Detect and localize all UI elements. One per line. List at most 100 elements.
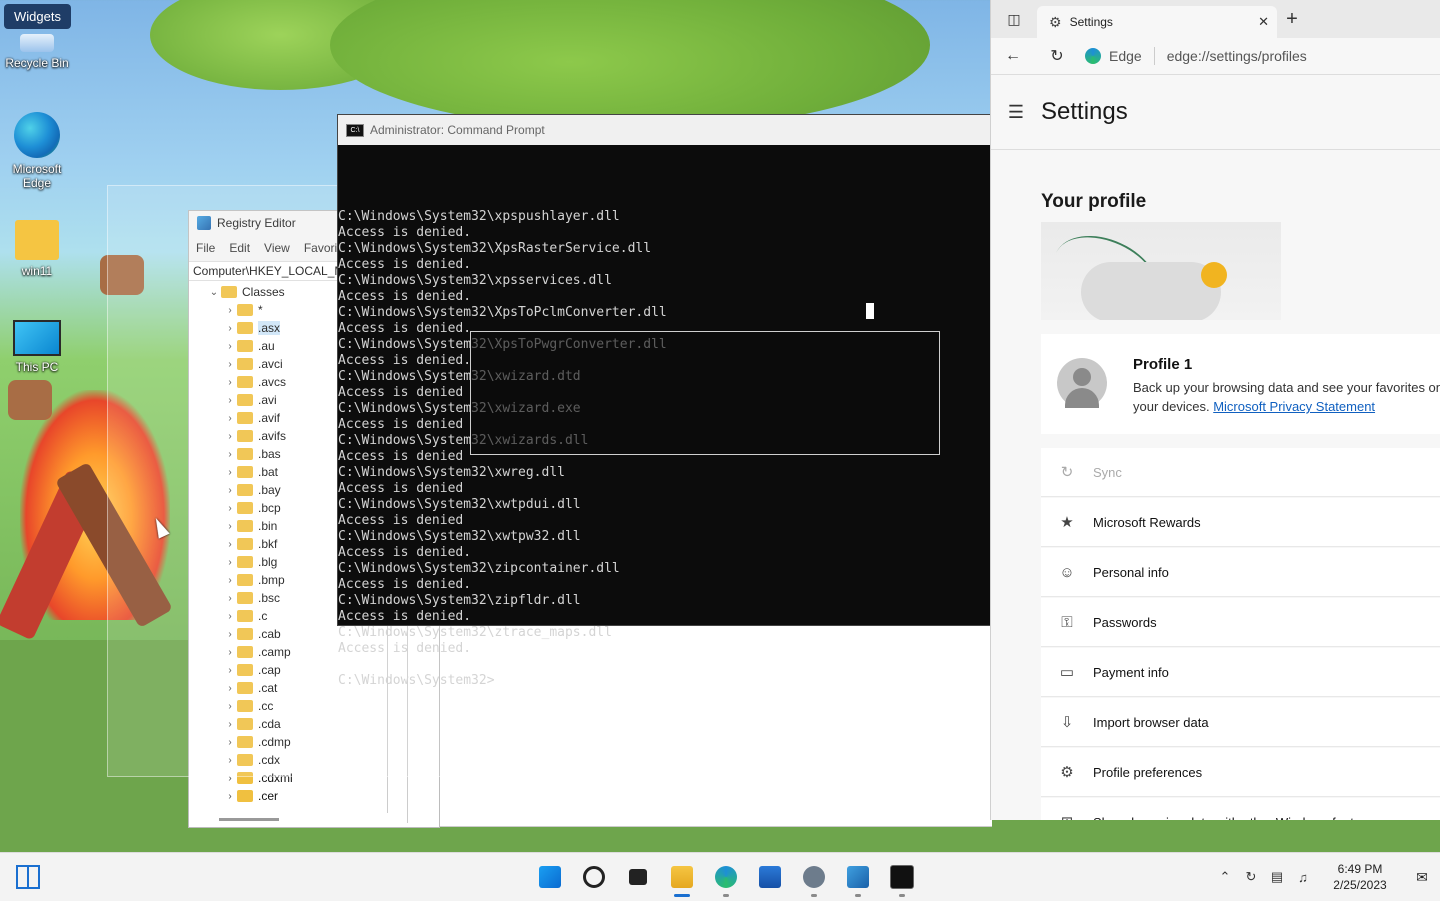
chevron-up-icon[interactable]: ⌃ — [1212, 869, 1238, 885]
profile-menu-list: ↻ Sync ★ Microsoft Rewards ☺ Personal info ⚿ Pa… — [1041, 448, 1440, 820]
profile-prefs-icon: ⚙ — [1060, 764, 1074, 781]
import-icon: ⇩ — [1060, 714, 1074, 731]
start-button[interactable] — [528, 859, 572, 895]
update-icon[interactable]: ↻ — [1238, 869, 1264, 885]
avatar-body — [1065, 388, 1099, 408]
cmd-line: Access is denied. — [338, 609, 472, 624]
profile-name: Profile 1 — [1133, 356, 1193, 373]
back-icon[interactable]: ← — [991, 47, 1035, 65]
desktop-icon-label: Recycle Bin — [5, 56, 69, 70]
widgets-label[interactable]: Widgets — [4, 4, 71, 29]
page-title: Settings — [1041, 98, 1128, 125]
cmd-line: Access is denied — [338, 481, 464, 496]
start-icon — [539, 866, 561, 888]
menu-item-key[interactable]: ⚿ Passwords — [1041, 598, 1440, 647]
volume-icon[interactable]: ♫ — [1290, 870, 1316, 885]
edge-button[interactable] — [704, 859, 748, 897]
tab-title: Settings — [1069, 15, 1113, 29]
cmd-line: Access is denied. — [338, 257, 472, 272]
cmd-cursor — [866, 303, 874, 319]
running-indicator — [811, 894, 817, 897]
widgets-icon[interactable] — [16, 865, 40, 889]
search-button[interactable] — [572, 859, 616, 895]
menu-item-rewards[interactable]: ★ Microsoft Rewards — [1041, 498, 1440, 547]
personal-info-icon: ☺ — [1059, 563, 1075, 581]
task-view-button[interactable] — [616, 859, 660, 895]
cmd-titlebar[interactable]: C:\ Administrator: Command Prompt — [338, 115, 990, 145]
cmd-app-icon: C:\ — [346, 123, 364, 137]
edge-window[interactable]: ◫ ⚙ Settings ✕ + ← ↻ Edge edge://setting… — [990, 0, 1440, 820]
cmd-icon — [890, 865, 914, 889]
cmd-title: Administrator: Command Prompt — [370, 123, 545, 137]
close-icon[interactable]: ✕ — [1258, 14, 1269, 30]
desktop-icon-recycle-bin[interactable]: Recycle Bin — [2, 34, 72, 70]
avatar-head — [1073, 368, 1091, 386]
folder-icon — [15, 220, 59, 260]
settings-button[interactable] — [792, 859, 836, 897]
clock[interactable]: 6:49 PM 2/25/2023 — [1316, 861, 1404, 893]
menu-item-card[interactable]: ▭ Payment info — [1041, 648, 1440, 697]
hamburger-menu-icon[interactable]: ☰ — [991, 102, 1041, 123]
taskbar-apps — [528, 859, 924, 897]
desktop-tree-canopy — [330, 0, 930, 130]
regedit-horizontal-scrollbar[interactable] — [219, 818, 279, 821]
cmd-line: C:\Windows\System32\xpspushlayer.dll — [338, 209, 620, 224]
address-bar[interactable]: Edge edge://settings/profiles — [1085, 47, 1307, 65]
refresh-icon[interactable]: ↻ — [1035, 46, 1079, 66]
url-text: edge://settings/profiles — [1166, 48, 1307, 64]
desktop-icon-win11[interactable]: win11 — [2, 220, 72, 278]
cmd-line: Access is denied. — [338, 641, 472, 656]
search-icon — [583, 866, 605, 888]
tab-settings[interactable]: ⚙ Settings ✕ — [1037, 6, 1277, 38]
computer-icon — [13, 320, 61, 356]
tab-actions-icon[interactable]: ◫ — [991, 0, 1037, 38]
folder-icon — [237, 790, 253, 802]
menu-item-label: Microsoft Rewards — [1093, 514, 1201, 530]
menu-item-import[interactable]: ⇩ Import browser data — [1041, 698, 1440, 747]
network-icon[interactable]: ▤ — [1264, 869, 1290, 885]
system-tray: ⌃ ↻ ▤ ♫ 6:49 PM 2/25/2023 ✉ — [1212, 853, 1440, 901]
desktop-icon-this-pc[interactable]: This PC — [2, 320, 72, 374]
gear-icon: ⚙ — [1049, 13, 1062, 30]
edge-logo-icon — [1085, 48, 1101, 64]
tree-node[interactable]: › .cer — [189, 787, 387, 805]
privacy-link[interactable]: Microsoft Privacy Statement — [1213, 399, 1375, 414]
cmd-button[interactable] — [880, 859, 924, 897]
menu-item-label: Sync — [1093, 464, 1122, 480]
site-label: Edge — [1109, 48, 1142, 64]
menu-item-label: Payment info — [1093, 664, 1169, 680]
address-separator — [1153, 47, 1155, 65]
card-icon: ▭ — [1059, 664, 1075, 681]
menu-item-personal-info[interactable]: ☺ Personal info — [1041, 548, 1440, 597]
menu-item-windows[interactable]: ⊞Share browsing data with other Windows … — [1041, 798, 1440, 820]
regedit-button[interactable] — [836, 859, 880, 897]
desktop-icon-label: Microsoft Edge — [12, 162, 62, 190]
cmd-window[interactable]: C:\ Administrator: Command Prompt C:\Win… — [337, 114, 991, 688]
menu-item-label: Personal info — [1093, 564, 1169, 580]
key-icon: ⚿ — [1061, 613, 1073, 631]
cmd-line: C:\Windows\System32\zipfldr.dll — [338, 593, 581, 608]
cmd-line: Access is denied. — [338, 545, 472, 560]
edge-navbar: ← ↻ Edge edge://settings/profiles — [991, 38, 1440, 75]
store-button[interactable] — [748, 859, 792, 895]
menu-item-label: Passwords — [1093, 614, 1157, 630]
file-explorer-button[interactable] — [660, 859, 704, 897]
cmd-output[interactable]: C:\Windows\System32\xpspushlayer.dll Acce… — [338, 145, 990, 689]
taskbar: ⌃ ↻ ▤ ♫ 6:49 PM 2/25/2023 ✉ — [0, 852, 1440, 901]
cmd-line: C:\Windows\System32\xwreg.dll — [338, 465, 565, 480]
edge-icon — [14, 112, 60, 158]
task-view-icon — [629, 869, 647, 885]
desktop-icon-edge[interactable]: Microsoft Edge — [2, 112, 72, 190]
menu-item-sync[interactable]: ↻ Sync — [1041, 448, 1440, 497]
menu-item-profile-prefs[interactable]: ⚙ Profile preferences — [1041, 748, 1440, 797]
profile-description: Back up your browsing data and see your … — [1133, 378, 1440, 416]
profile-card: Profile 1 Back up your browsing data and… — [1041, 334, 1440, 434]
chevron-right-icon[interactable]: › — [223, 791, 237, 802]
avatar[interactable] — [1057, 358, 1107, 408]
cloud-illustration — [1081, 262, 1221, 320]
notification-icon[interactable]: ✉ — [1404, 869, 1440, 886]
file-explorer-icon — [671, 866, 693, 888]
cmd-line: C:\Windows\System32\ztrace_maps.dll — [338, 625, 612, 640]
new-tab-icon[interactable]: + — [1277, 8, 1307, 31]
edge-tabbar: ◫ ⚙ Settings ✕ + — [991, 0, 1440, 38]
